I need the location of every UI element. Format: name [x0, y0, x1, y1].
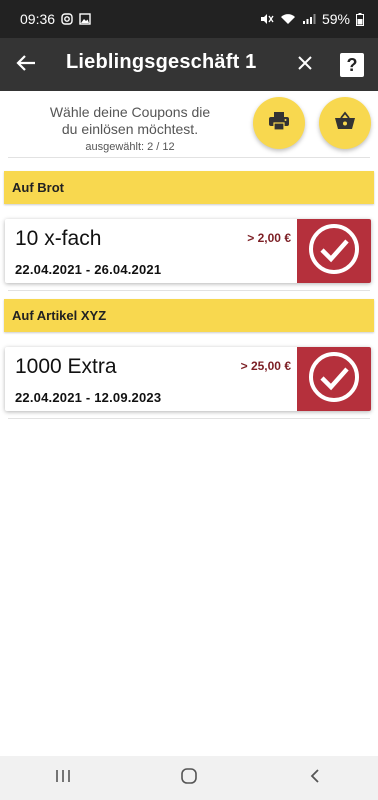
back-button[interactable]	[12, 51, 40, 79]
recent-apps-button[interactable]	[43, 758, 83, 798]
battery-percent: 59%	[321, 11, 350, 27]
coupon-select-toggle[interactable]	[297, 347, 371, 411]
status-bar: 09:36 59%	[0, 0, 378, 38]
check-circle-icon	[308, 223, 360, 280]
coupon-dates: 22.04.2021 - 12.09.2023	[15, 390, 162, 405]
divider	[8, 157, 370, 158]
back-nav-button[interactable]	[295, 758, 335, 798]
printer-icon	[268, 111, 290, 136]
coupon-select-toggle[interactable]	[297, 219, 371, 283]
coupon-name: 1000 Extra	[15, 355, 117, 378]
instruction-line-2: du einlösen möchtest.	[61, 121, 199, 137]
close-icon	[297, 55, 313, 76]
status-right: 59%	[260, 11, 364, 27]
coupon-dates: 22.04.2021 - 26.04.2021	[15, 262, 162, 277]
instructions: Wähle deine Coupons die du einlösen möch…	[20, 104, 240, 153]
coupon-card-1000-extra[interactable]: 1000 Extra > 25,00 € 22.04.2021 - 12.09.…	[5, 347, 371, 411]
back-nav-icon	[309, 768, 321, 789]
coupon-min-amount: > 2,00 €	[247, 231, 291, 245]
battery-icon	[356, 12, 364, 26]
coupon-card-10-x-fach[interactable]: 10 x-fach > 2,00 € 22.04.2021 - 26.04.20…	[5, 219, 371, 283]
divider	[8, 290, 370, 291]
status-left: 09:36	[20, 11, 91, 27]
close-button[interactable]	[291, 51, 319, 79]
wifi-icon	[280, 13, 296, 25]
instagram-icon	[61, 13, 73, 25]
arrow-left-icon	[16, 54, 36, 77]
section-title: Auf Brot	[12, 180, 64, 195]
section-title: Auf Artikel XYZ	[12, 308, 107, 323]
recent-apps-icon	[55, 769, 71, 788]
page-title: Lieblingsgeschäft 1	[66, 51, 257, 73]
help-button[interactable]: ?	[340, 53, 364, 77]
instruction-line-1: Wähle deine Coupons die	[49, 104, 211, 120]
system-nav-bar	[0, 756, 378, 800]
section-header-auf-brot: Auf Brot	[4, 171, 374, 204]
coupon-name: 10 x-fach	[15, 227, 102, 250]
section-header-auf-artikel-xyz: Auf Artikel XYZ	[4, 299, 374, 332]
check-circle-icon	[308, 351, 360, 408]
selected-count: ausgewählt: 2 / 12	[85, 141, 175, 153]
home-button[interactable]	[169, 758, 209, 798]
basket-icon	[334, 111, 356, 136]
signal-icon	[302, 13, 316, 25]
print-button[interactable]	[253, 97, 305, 149]
app-bar: Lieblingsgeschäft 1 ?	[0, 38, 378, 91]
coupon-min-amount: > 25,00 €	[240, 359, 291, 373]
mute-icon	[260, 13, 274, 25]
basket-button[interactable]	[319, 97, 371, 149]
home-icon	[180, 767, 198, 790]
divider	[8, 418, 370, 419]
status-time: 09:36	[20, 11, 56, 27]
help-label: ?	[346, 54, 358, 75]
gallery-icon	[79, 13, 91, 25]
